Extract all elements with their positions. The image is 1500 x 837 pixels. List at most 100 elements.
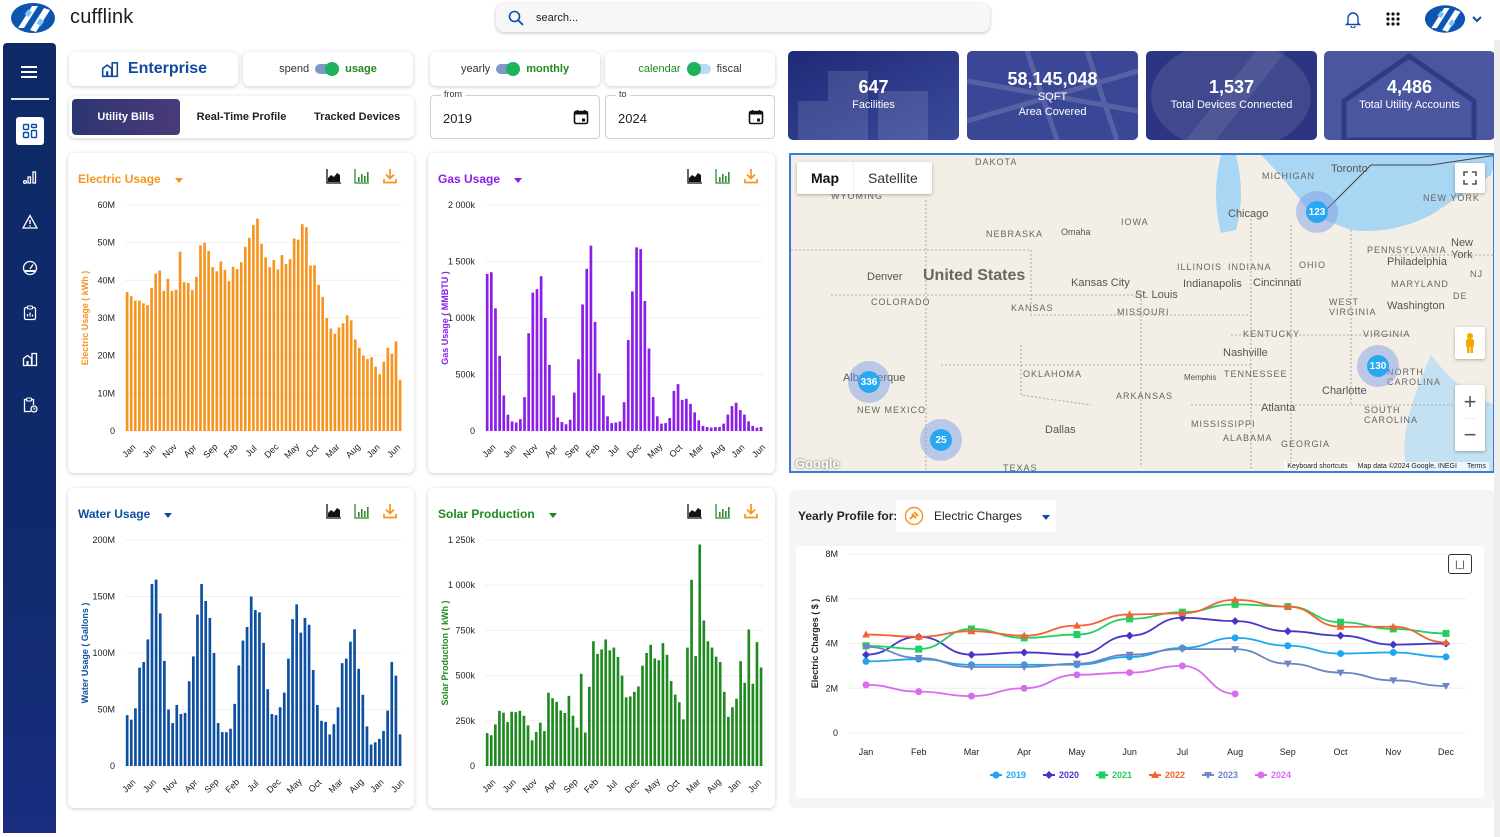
bar[interactable] <box>628 696 632 766</box>
map-cluster-marker[interactable]: 336 <box>848 361 890 403</box>
bar[interactable] <box>316 704 319 766</box>
bar[interactable] <box>604 639 608 766</box>
bar[interactable] <box>606 416 609 431</box>
calendar-icon[interactable] <box>748 109 764 125</box>
bar[interactable] <box>280 255 284 431</box>
bar[interactable] <box>564 424 568 431</box>
bell-icon[interactable] <box>1344 10 1362 28</box>
legend-item-2022[interactable]: 2022 <box>1149 770 1185 780</box>
keyboard-shortcuts-link[interactable]: Keyboard shortcuts <box>1287 463 1347 470</box>
bar[interactable] <box>150 287 153 431</box>
bar[interactable] <box>493 724 497 766</box>
data-point[interactable] <box>1231 617 1240 626</box>
bar[interactable] <box>398 734 402 766</box>
bar[interactable] <box>260 243 263 431</box>
bar[interactable] <box>668 418 672 431</box>
bar[interactable] <box>589 245 593 431</box>
bar[interactable] <box>195 276 198 431</box>
bar[interactable] <box>378 374 382 431</box>
bar[interactable] <box>592 641 595 766</box>
bar[interactable] <box>182 282 186 431</box>
bar[interactable] <box>622 402 626 431</box>
bar[interactable] <box>600 649 603 766</box>
bar[interactable] <box>142 662 146 766</box>
facility-map[interactable]: DAKOTA WYOMING NEBRASKA IOWA COLORADO KA… <box>789 153 1495 473</box>
bar[interactable] <box>349 641 352 766</box>
bar[interactable] <box>543 731 546 766</box>
bar[interactable] <box>284 264 288 431</box>
bar[interactable] <box>158 270 162 431</box>
google-logo[interactable]: Google <box>795 456 840 471</box>
cufflink-logo[interactable] <box>10 2 56 34</box>
bar[interactable] <box>353 629 356 766</box>
bar[interactable] <box>518 710 522 766</box>
bar[interactable] <box>657 660 661 766</box>
sidebar-item-facilities[interactable] <box>16 345 44 373</box>
bar[interactable] <box>305 227 308 431</box>
bar[interactable] <box>747 421 750 431</box>
bar[interactable] <box>585 268 589 431</box>
bar[interactable] <box>523 397 526 431</box>
stat-card-facilities[interactable]: 647 Facilities <box>788 51 959 140</box>
bar[interactable] <box>535 289 539 431</box>
bar[interactable] <box>514 712 518 766</box>
bar[interactable] <box>743 682 747 766</box>
bar[interactable] <box>163 660 166 766</box>
bar[interactable] <box>245 627 249 766</box>
bar[interactable] <box>179 714 183 766</box>
data-point[interactable] <box>992 771 1000 779</box>
tab-tracked-devices[interactable]: Tracked Devices <box>303 99 411 135</box>
bar[interactable] <box>579 673 583 766</box>
bar[interactable] <box>626 340 630 431</box>
data-point[interactable] <box>1336 631 1345 640</box>
bar[interactable] <box>229 728 232 766</box>
bar[interactable] <box>755 427 759 431</box>
bar[interactable] <box>722 691 726 766</box>
bar[interactable] <box>125 715 129 766</box>
bar[interactable] <box>568 419 572 431</box>
terms-link[interactable]: Terms <box>1467 463 1486 470</box>
bar[interactable] <box>196 614 199 766</box>
bar[interactable] <box>345 315 349 431</box>
bar[interactable] <box>651 397 655 431</box>
data-point[interactable] <box>967 692 975 700</box>
bar[interactable] <box>186 282 190 431</box>
bar[interactable] <box>398 379 402 431</box>
bar[interactable] <box>563 713 567 766</box>
bar[interactable] <box>706 641 710 766</box>
bar[interactable] <box>216 723 220 766</box>
bar[interactable] <box>258 612 261 766</box>
bar[interactable] <box>631 291 634 431</box>
sidebar-item-alerts[interactable] <box>16 208 44 236</box>
data-point[interactable] <box>1257 771 1265 779</box>
bar[interactable] <box>743 414 746 431</box>
sidebar-item-reports[interactable] <box>16 299 44 327</box>
bar[interactable] <box>510 711 514 766</box>
bar[interactable] <box>248 237 251 431</box>
data-point[interactable] <box>862 650 870 659</box>
bar[interactable] <box>731 707 734 766</box>
bar[interactable] <box>174 289 178 431</box>
bar[interactable] <box>539 276 543 431</box>
bar[interactable] <box>207 250 210 431</box>
bar[interactable] <box>146 639 150 766</box>
profile-type-select[interactable]: Electric Charges <box>896 500 1056 532</box>
bar[interactable] <box>296 239 300 431</box>
bar[interactable] <box>655 416 659 431</box>
fullscreen-button[interactable] <box>1455 163 1485 193</box>
bar[interactable] <box>702 620 706 766</box>
bar[interactable] <box>519 419 522 431</box>
bar[interactable] <box>332 724 336 766</box>
bar[interactable] <box>614 422 618 431</box>
bar[interactable] <box>759 667 763 766</box>
spend-usage-switch[interactable] <box>315 62 340 76</box>
bar[interactable] <box>223 269 227 431</box>
hamburger-menu-icon[interactable] <box>20 65 38 79</box>
bar[interactable] <box>344 658 348 766</box>
bar[interactable] <box>243 246 247 431</box>
data-point[interactable] <box>1020 684 1028 692</box>
bar[interactable] <box>300 224 304 431</box>
page-scrollbar[interactable] <box>1494 40 1500 837</box>
bar[interactable] <box>489 272 493 431</box>
data-point[interactable] <box>915 688 923 696</box>
